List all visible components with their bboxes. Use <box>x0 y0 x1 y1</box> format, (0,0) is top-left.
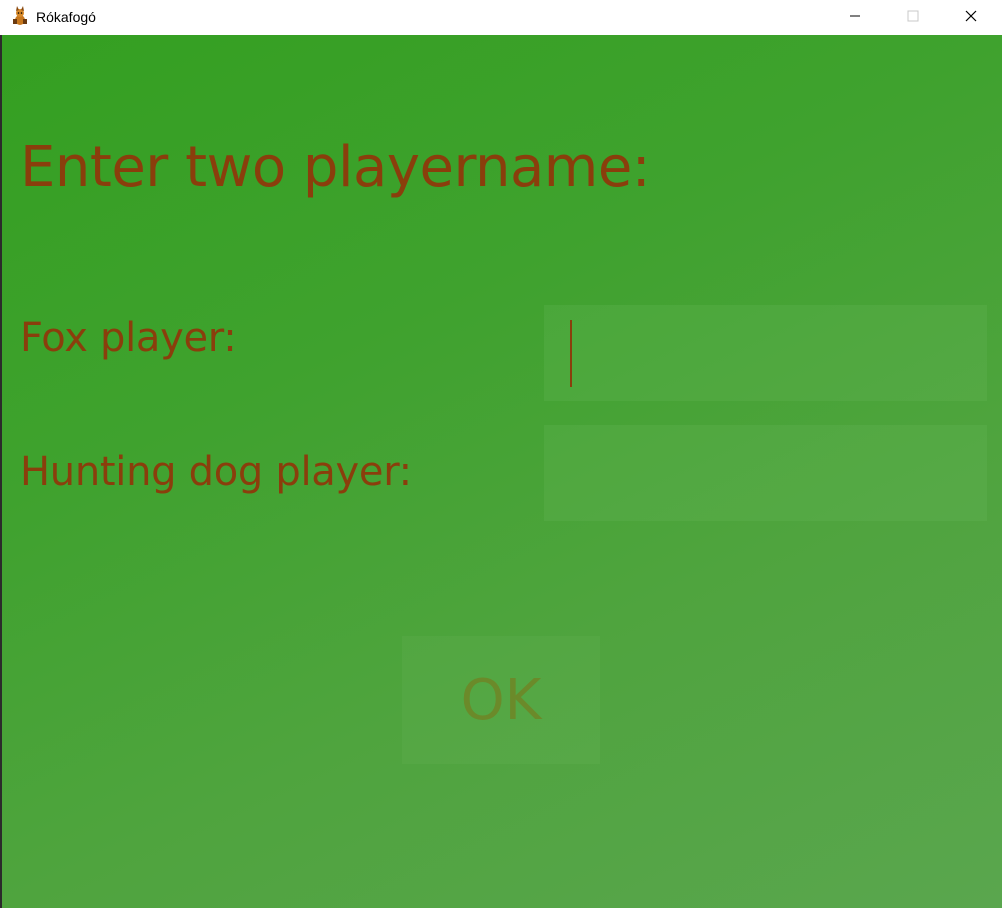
hunting-dog-player-input[interactable] <box>544 425 987 521</box>
maximize-icon <box>907 7 919 26</box>
ok-button[interactable]: OK <box>402 636 600 764</box>
minimize-icon <box>849 7 861 26</box>
title-bar[interactable]: Rókafogó <box>0 0 1002 34</box>
maximize-button[interactable] <box>890 0 936 32</box>
fox-player-input[interactable] <box>544 305 987 401</box>
hunting-dog-player-label: Hunting dog player: <box>20 449 412 495</box>
window-title: Rókafogó <box>36 9 96 25</box>
text-caret <box>570 320 572 387</box>
fox-app-icon <box>10 6 30 26</box>
close-button[interactable] <box>948 0 994 32</box>
page-heading: Enter two playername: <box>20 135 651 200</box>
fox-player-label: Fox player: <box>20 315 237 361</box>
minimize-button[interactable] <box>832 0 878 32</box>
close-icon <box>965 7 977 26</box>
app-window: Rókafogó Enter two playername: Fox playe… <box>0 0 1002 908</box>
